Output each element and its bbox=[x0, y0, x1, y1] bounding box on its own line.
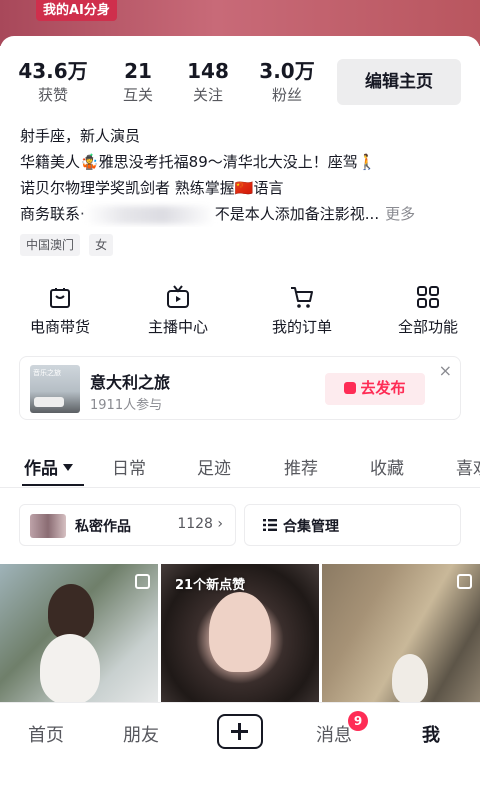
feature-label: 主播中心 bbox=[147, 318, 208, 336]
camera-icon bbox=[344, 382, 357, 394]
publish-label: 去发布 bbox=[360, 380, 406, 397]
profile-stats: 43.6万 获赞 21 互关 148 关注 3.0万 粉丝 bbox=[0, 58, 330, 110]
private-works-label: 私密作品 bbox=[75, 519, 131, 535]
nav-me[interactable]: 我 bbox=[422, 721, 440, 747]
private-works-count: 1128 › bbox=[177, 516, 223, 532]
feature-label: 全部功能 bbox=[397, 318, 458, 336]
blurred-contact bbox=[84, 205, 215, 224]
tab-footprints[interactable]: 足迹 bbox=[197, 454, 231, 479]
bio-line: 华籍美人🤹雅思没考托福89～清华北大没上！座驾🚶 bbox=[20, 153, 377, 171]
content-tabs: 作品 日常 足迹 推荐 收藏 喜欢 bbox=[0, 446, 480, 488]
profile-bio: 射手座，新人演员 华籍美人🤹雅思没考托福89～清华北大没上！座驾🚶 诺贝尔物理学… bbox=[20, 123, 464, 227]
cart-icon bbox=[291, 287, 313, 308]
stat-label: 获赞 bbox=[37, 86, 68, 104]
create-plus-icon[interactable] bbox=[217, 714, 263, 749]
pinned-icon bbox=[135, 574, 150, 589]
bottom-navigation: 首页 朋友 消息 9 我 bbox=[0, 702, 480, 802]
close-icon[interactable]: × bbox=[439, 363, 452, 379]
works-grid: 21个新点赞 bbox=[0, 564, 480, 702]
feature-row: 电商带货 主播中心 我的订单 全部功能 bbox=[0, 282, 480, 342]
topic-participants: 1911人参与 bbox=[90, 398, 163, 413]
feature-label: 电商带货 bbox=[29, 318, 90, 336]
feature-streamer-center[interactable]: 主播中心 bbox=[118, 282, 238, 337]
video-thumbnail[interactable] bbox=[0, 564, 158, 702]
list-icon bbox=[263, 519, 277, 531]
bio-contact-suffix: 不是本人添加备注影视... bbox=[214, 205, 380, 223]
active-tab-indicator bbox=[22, 484, 84, 486]
private-works-button[interactable]: 私密作品 1128 › bbox=[19, 504, 236, 546]
message-count-badge: 9 bbox=[348, 711, 368, 731]
location-tag[interactable]: 中国澳门 bbox=[20, 234, 81, 256]
topic-title: 意大利之旅 bbox=[90, 373, 171, 392]
stat-value: 3.0万 bbox=[259, 59, 315, 83]
edit-profile-button[interactable]: 编辑主页 bbox=[337, 59, 461, 105]
dropdown-arrow-icon bbox=[63, 464, 73, 471]
video-thumbnail[interactable] bbox=[322, 564, 480, 702]
feature-ecommerce[interactable]: 电商带货 bbox=[0, 282, 120, 337]
tab-label: 作品 bbox=[24, 459, 58, 479]
nav-messages[interactable]: 消息 bbox=[316, 721, 352, 747]
feature-all-functions[interactable]: 全部功能 bbox=[368, 282, 480, 337]
grid-icon bbox=[417, 286, 439, 308]
bio-line: 商务联系· 不是本人添加备注影视... 更多 bbox=[20, 201, 464, 227]
tab-works[interactable]: 作品 bbox=[24, 454, 73, 479]
tab-favorites[interactable]: 收藏 bbox=[370, 454, 404, 479]
nav-home[interactable]: 首页 bbox=[28, 721, 64, 747]
tab-recommended[interactable]: 推荐 bbox=[284, 454, 318, 479]
shopping-bag-icon bbox=[50, 288, 70, 308]
bio-contact-prefix: 商务联系· bbox=[20, 205, 85, 223]
bio-line: 射手座，新人演员 bbox=[20, 127, 141, 145]
nav-friends[interactable]: 朋友 bbox=[123, 721, 159, 747]
stat-label: 关注 bbox=[192, 86, 223, 104]
stat-followers[interactable]: 3.0万 粉丝 bbox=[242, 58, 332, 106]
bio-line: 诺贝尔物理学奖凯剑者 熟练掌握🇨🇳语言 bbox=[20, 179, 284, 197]
collection-label: 合集管理 bbox=[283, 519, 339, 535]
stat-following[interactable]: 148 关注 bbox=[163, 58, 253, 106]
tv-icon bbox=[167, 285, 189, 308]
pinned-icon bbox=[457, 574, 472, 589]
stat-value: 148 bbox=[187, 59, 229, 83]
profile-tags: 中国澳门 女 bbox=[20, 234, 117, 258]
bio-more-link[interactable]: 更多 bbox=[385, 205, 415, 223]
stat-likes[interactable]: 43.6万 获赞 bbox=[8, 58, 98, 106]
ai-avatar-badge[interactable]: 我的AI分身 bbox=[36, 0, 117, 21]
stat-label: 粉丝 bbox=[271, 86, 302, 104]
tab-daily[interactable]: 日常 bbox=[112, 454, 146, 479]
private-works-thumbnail bbox=[30, 514, 66, 538]
feature-label: 我的订单 bbox=[271, 318, 332, 336]
collection-manage-button[interactable]: 合集管理 bbox=[244, 504, 461, 546]
topic-card[interactable]: 音乐之旅 意大利之旅 1911人参与 去发布 × bbox=[19, 356, 461, 420]
stat-value: 43.6万 bbox=[18, 59, 88, 83]
video-thumbnail[interactable]: 21个新点赞 bbox=[161, 564, 319, 702]
publish-button[interactable]: 去发布 bbox=[325, 373, 425, 405]
new-likes-label: 21个新点赞 bbox=[175, 578, 246, 593]
tab-liked[interactable]: 喜欢 bbox=[456, 454, 480, 479]
topic-thumbnail: 音乐之旅 bbox=[30, 365, 80, 413]
gender-tag[interactable]: 女 bbox=[89, 234, 114, 256]
feature-my-orders[interactable]: 我的订单 bbox=[242, 282, 362, 337]
